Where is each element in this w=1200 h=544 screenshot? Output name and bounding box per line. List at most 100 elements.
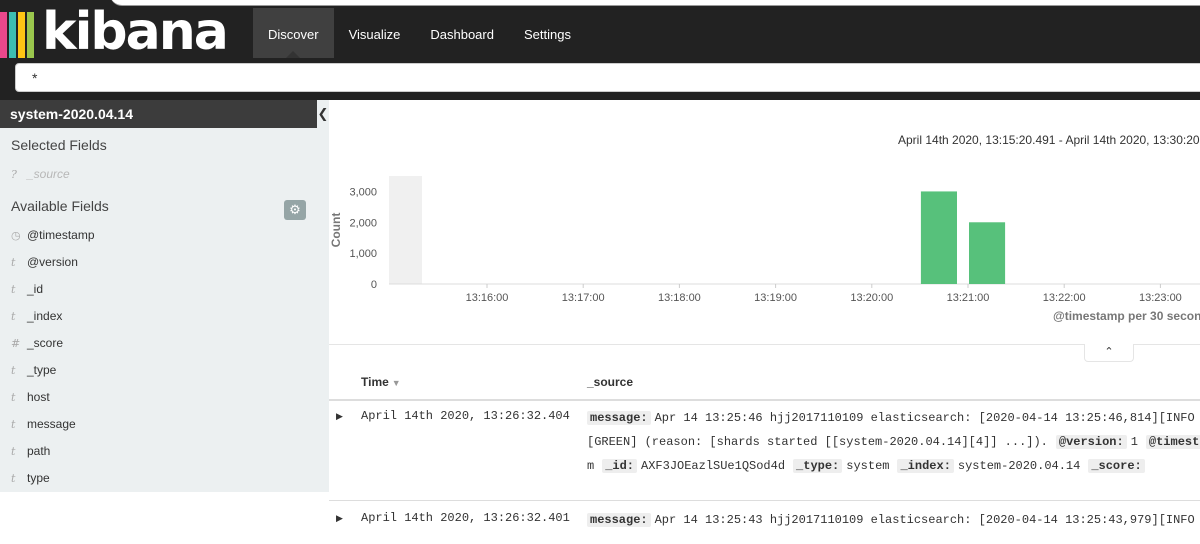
source-field-value: [GREEN] (reason: [shards started [[syste…	[587, 435, 1048, 449]
y-tick-label: 3,000	[349, 186, 377, 198]
field-name: _id	[27, 282, 44, 296]
field-name: type	[27, 471, 50, 485]
gear-icon[interactable]: ⚙	[284, 200, 306, 220]
x-tick-label: 13:18:00	[658, 292, 701, 304]
histogram-chart: 0 1,000 2,000 3,000 Count 13:16:00 13:17:00 13:…	[329, 160, 1200, 330]
source-field-key: _id:	[602, 459, 638, 473]
number-type-icon: #	[11, 337, 21, 350]
y-tick-label: 2,000	[349, 217, 377, 229]
field-name: _source	[27, 167, 70, 181]
time-range-label[interactable]: April 14th 2020, 13:15:20.491 - April 14…	[898, 133, 1200, 147]
source-field-value: system-2020.04.14	[957, 459, 1081, 473]
field-name: _type	[27, 363, 57, 377]
histogram-bar	[920, 191, 957, 284]
string-type-icon: t	[11, 472, 16, 485]
y-tick-label: 0	[371, 279, 377, 291]
column-header-time[interactable]: Time ▼	[361, 375, 401, 389]
logo-stripes	[0, 12, 36, 58]
clock-icon: ◷	[11, 229, 21, 242]
source-line: [GREEN] (reason: [shards started [[syste…	[587, 435, 1200, 449]
available-field-item[interactable]: t _index	[11, 306, 62, 326]
source-line: message: Apr 14 13:25:46 hjj2017110109 el…	[587, 411, 1195, 425]
x-tick-label: 13:21:00	[947, 292, 990, 304]
out-of-range-shade	[389, 176, 422, 284]
row-timestamp: April 14th 2020, 13:26:32.401	[361, 511, 570, 525]
navbar: kibana Discover Visualize Dashboard Sett…	[0, 2, 1200, 62]
sort-down-icon[interactable]: ▼	[392, 378, 401, 388]
source-field-key: _score:	[1088, 459, 1145, 473]
available-field-item[interactable]: # _score	[11, 333, 63, 353]
x-axis-title: @timestamp per 30 seconds	[1053, 309, 1200, 323]
x-tick-label: 13:23:00	[1139, 292, 1182, 304]
field-name: @timestamp	[27, 228, 95, 242]
string-type-icon: t	[11, 283, 16, 296]
available-field-item[interactable]: t path	[11, 441, 50, 461]
string-type-icon: t	[11, 418, 16, 431]
source-field-key: message:	[587, 513, 651, 527]
logo-stripe	[18, 12, 25, 58]
source-field-value: Apr 14 13:25:43 hjj2017110109 elasticsea…	[654, 513, 1195, 527]
source-field-key: _index:	[897, 459, 954, 473]
source-field-value: 1	[1130, 435, 1138, 449]
chevron-up-icon[interactable]: ⌃	[1084, 344, 1134, 362]
source-field-value: system	[846, 459, 890, 473]
nav-discover[interactable]: Discover	[253, 8, 334, 58]
header-rule	[329, 399, 1200, 401]
chart-divider	[329, 344, 1200, 345]
nav-settings[interactable]: Settings	[509, 8, 586, 58]
logo-stripe	[9, 12, 16, 58]
column-header-source: _source	[587, 375, 634, 389]
y-axis-title: Count	[329, 213, 343, 248]
x-tick-label: 13:16:00	[466, 292, 509, 304]
selected-fields-title: Selected Fields	[11, 137, 107, 153]
x-tick-label: 13:22:00	[1043, 292, 1086, 304]
available-field-item[interactable]: t _id	[11, 279, 43, 299]
collapse-sidebar-icon[interactable]: ❮	[317, 100, 329, 128]
string-type-icon: t	[11, 391, 16, 404]
search-input[interactable]	[15, 63, 1200, 92]
unknown-type-icon: ?	[11, 168, 17, 181]
nav-discover-label: Discover	[268, 27, 319, 42]
source-line: m _id: AXF3JOEazlSUe1QSod4d _type: system _in…	[587, 459, 1149, 473]
source-field-key: @timest	[1145, 435, 1200, 449]
x-tick-label: 13:19:00	[754, 292, 797, 304]
histogram-bar	[969, 222, 1006, 284]
available-field-item[interactable]: t type	[11, 468, 50, 488]
row-timestamp: April 14th 2020, 13:26:32.404	[361, 409, 570, 423]
source-field-value: Apr 14 13:25:46 hjj2017110109 elasticsea…	[654, 411, 1195, 425]
nav-visualize[interactable]: Visualize	[334, 8, 416, 58]
expand-row-icon[interactable]: ▶	[336, 513, 343, 524]
x-tick-label: 13:20:00	[850, 292, 893, 304]
x-tick-label: 13:17:00	[562, 292, 605, 304]
source-field-key: _type:	[793, 459, 843, 473]
available-field-item[interactable]: t message	[11, 414, 76, 434]
string-type-icon: t	[11, 445, 16, 458]
available-fields-title: Available Fields	[11, 198, 109, 214]
field-name: message	[27, 417, 76, 431]
expand-row-icon[interactable]: ▶	[336, 411, 343, 422]
field-name: @version	[27, 255, 78, 269]
y-tick-label: 1,000	[349, 248, 377, 260]
nav-dashboard[interactable]: Dashboard	[415, 8, 509, 58]
available-field-item[interactable]: t @version	[11, 252, 78, 272]
field-name: _score	[27, 336, 64, 350]
available-field-item[interactable]: t host	[11, 387, 50, 407]
string-type-icon: t	[11, 310, 16, 323]
main-nav: Discover Visualize Dashboard Settings	[253, 8, 586, 58]
logo-stripe	[0, 12, 7, 58]
row-rule	[329, 500, 1200, 501]
histogram-svg: 0 1,000 2,000 3,000 Count 13:16:00 13:17:00 13:…	[329, 176, 1200, 304]
browser-tab-edge	[110, 0, 1200, 6]
source-field-key: @version:	[1055, 435, 1127, 449]
available-field-item[interactable]: ◷ @timestamp	[11, 225, 95, 245]
selected-field-item[interactable]: ? _source	[11, 164, 70, 184]
available-field-item[interactable]: t _type	[11, 360, 56, 380]
source-line: message: Apr 14 13:25:43 hjj2017110109 el…	[587, 513, 1195, 527]
kibana-logo[interactable]: kibana	[0, 2, 240, 62]
index-pattern-title[interactable]: system-2020.04.14	[0, 100, 317, 128]
source-field-value: AXF3JOEazlSUe1QSod4d	[641, 459, 786, 473]
source-field-key: message:	[587, 411, 651, 425]
field-name: host	[27, 390, 50, 404]
active-caret-icon	[286, 51, 301, 58]
field-name: _index	[27, 309, 63, 323]
